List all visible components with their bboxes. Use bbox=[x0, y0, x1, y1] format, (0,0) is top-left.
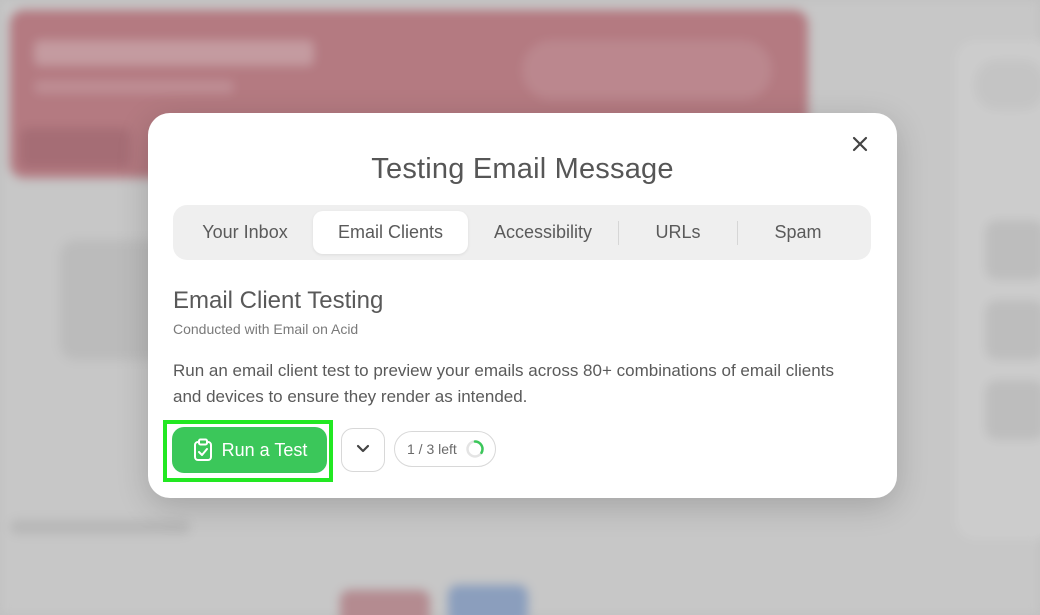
modal-title: Testing Email Message bbox=[371, 153, 674, 185]
section-description: Run an email client test to preview your… bbox=[173, 361, 834, 406]
testing-email-modal: Testing Email Message Your Inbox Email C… bbox=[148, 113, 897, 498]
tab-email-clients[interactable]: Email Clients bbox=[313, 211, 468, 254]
quota-text: 1 / 3 left bbox=[407, 441, 457, 457]
tab-bar: Your Inbox Email Clients Accessibility U… bbox=[173, 205, 871, 260]
run-a-test-button[interactable]: Run a Test bbox=[172, 427, 327, 473]
run-a-test-label: Run a Test bbox=[221, 439, 308, 460]
clipboard-check-icon bbox=[192, 438, 214, 462]
run-options-dropdown[interactable] bbox=[341, 428, 385, 472]
tab-spam[interactable]: Spam bbox=[738, 211, 858, 254]
tab-accessibility[interactable]: Accessibility bbox=[468, 211, 618, 254]
tab-your-inbox[interactable]: Your Inbox bbox=[177, 211, 313, 254]
test-quota-badge: 1 / 3 left bbox=[394, 431, 496, 467]
close-icon[interactable] bbox=[849, 133, 871, 155]
chevron-down-icon bbox=[356, 441, 370, 459]
progress-ring-icon bbox=[465, 439, 485, 459]
section-subtitle: Conducted with Email on Acid bbox=[173, 321, 359, 337]
section-title: Email Client Testing bbox=[173, 287, 384, 314]
tab-urls[interactable]: URLs bbox=[619, 211, 737, 254]
